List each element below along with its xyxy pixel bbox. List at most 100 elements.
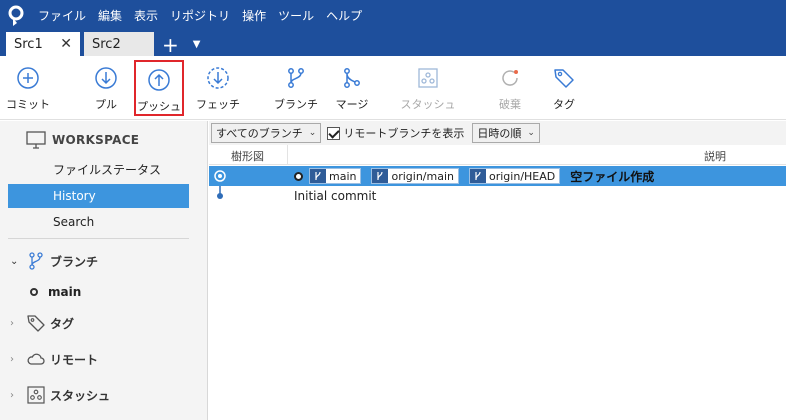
menu-view[interactable]: 表示 xyxy=(128,0,164,32)
checkbox-checked-icon[interactable] xyxy=(327,126,341,140)
pull-button[interactable]: プル xyxy=(88,60,124,116)
tag-label: タグ xyxy=(553,98,575,111)
chevron-down-icon[interactable]: ⌄ xyxy=(10,256,22,267)
menu-repository[interactable]: リポジトリ xyxy=(164,0,236,32)
toolbar: コミット プル プッシュ フェッチ ブランチ マージ スタッシュ 破棄 タグ xyxy=(0,56,786,120)
plus-circle-icon xyxy=(17,67,39,89)
section-title: タグ xyxy=(50,316,75,331)
fetch-button[interactable]: フェッチ xyxy=(196,60,240,116)
tag-button[interactable]: タグ xyxy=(548,60,580,116)
commit-node-head-icon xyxy=(214,170,226,182)
branch-ref-label[interactable]: main xyxy=(309,168,362,184)
branch-icon xyxy=(310,169,326,183)
current-branch-icon xyxy=(30,288,38,296)
ref-name: origin/main xyxy=(391,169,454,183)
tag-icon xyxy=(554,69,574,88)
dropdown-value: 日時の順 xyxy=(477,127,522,140)
fetch-icon xyxy=(207,67,229,89)
history-panel: すべてのブランチ ⌄ リモートブランチを表示 日時の順 ⌄ 樹形図 説明 mai… xyxy=(209,121,786,420)
description-column-header[interactable]: 説明 xyxy=(704,148,726,164)
arrow-up-circle-icon xyxy=(148,69,170,91)
app-logo-icon xyxy=(0,0,32,32)
tag-icon xyxy=(27,315,45,332)
menu-tools[interactable]: ツール xyxy=(272,0,320,32)
branch-ref-label[interactable]: origin/main xyxy=(371,168,459,184)
stash-icon xyxy=(418,68,438,88)
cloud-icon xyxy=(27,353,45,365)
stash-label: スタッシュ xyxy=(400,98,456,111)
graph-column-header[interactable]: 樹形図 xyxy=(231,148,264,164)
tab-src1[interactable]: Src1 ✕ xyxy=(6,32,80,56)
checkbox-label: リモートブランチを表示 xyxy=(343,127,465,140)
ref-name: main xyxy=(329,169,357,183)
branch-button[interactable]: ブランチ xyxy=(274,60,318,116)
discard-label: 破棄 xyxy=(499,98,521,111)
pull-label: プル xyxy=(95,98,117,111)
filter-bar: すべてのブランチ ⌄ リモートブランチを表示 日時の順 ⌄ xyxy=(209,121,786,145)
push-button[interactable]: プッシュ xyxy=(134,60,184,116)
menu-help[interactable]: ヘルプ xyxy=(320,0,368,32)
section-title: スタッシュ xyxy=(50,388,111,403)
section-remotes[interactable]: › リモート xyxy=(10,347,98,371)
sidebar-item-search[interactable]: Search xyxy=(8,210,189,234)
chevron-right-icon[interactable]: › xyxy=(10,390,22,401)
arrow-down-circle-icon xyxy=(95,67,117,89)
branch-filter-dropdown[interactable]: すべてのブランチ ⌄ xyxy=(211,123,322,143)
section-title: ブランチ xyxy=(50,254,99,269)
stash-button[interactable]: スタッシュ xyxy=(400,60,456,116)
add-tab-icon[interactable]: + xyxy=(162,34,179,56)
branch-ref-label[interactable]: origin/HEAD xyxy=(469,168,561,184)
discard-icon xyxy=(502,70,518,86)
divider xyxy=(8,238,189,239)
merge-button[interactable]: マージ xyxy=(334,60,370,116)
tab-bar: Src1 ✕ Src2 + ▼ xyxy=(0,32,786,56)
section-tags[interactable]: › タグ xyxy=(10,311,74,335)
sidebar-item-file-status[interactable]: ファイルステータス xyxy=(8,158,189,182)
section-stashes[interactable]: › スタッシュ xyxy=(10,383,110,407)
close-icon[interactable]: ✕ xyxy=(60,36,72,52)
chevron-right-icon[interactable]: › xyxy=(10,318,22,329)
tab-label: Src2 xyxy=(92,36,121,52)
stash-icon xyxy=(27,386,45,404)
menu-edit[interactable]: 編集 xyxy=(92,0,128,32)
table-row[interactable]: Initial commit xyxy=(209,186,786,206)
commit-description: Initial commit xyxy=(294,186,376,206)
chevron-right-icon[interactable]: › xyxy=(10,354,22,365)
table-row[interactable]: main origin/main origin/HEAD 空ファイル作成 xyxy=(209,166,786,186)
sidebar-item-history[interactable]: History xyxy=(8,184,189,208)
show-remote-branches-checkbox[interactable]: リモートブランチを表示 xyxy=(327,125,464,141)
workspace-title: WORKSPACE xyxy=(52,133,140,147)
discard-button[interactable]: 破棄 xyxy=(494,60,526,116)
workspace-header: WORKSPACE xyxy=(26,131,139,149)
menu-file[interactable]: ファイル xyxy=(32,0,92,32)
column-divider[interactable] xyxy=(287,145,288,165)
branch-icon xyxy=(29,252,43,270)
commit-button[interactable]: コミット xyxy=(6,60,50,116)
sidebar: WORKSPACE ファイルステータス History Search ⌄ ブラン… xyxy=(0,121,208,420)
section-title: リモート xyxy=(50,352,99,367)
sort-order-dropdown[interactable]: 日時の順 ⌄ xyxy=(472,123,540,143)
sidebar-item-label: History xyxy=(53,189,96,203)
menu-actions[interactable]: 操作 xyxy=(236,0,272,32)
branch-icon xyxy=(470,169,486,183)
monitor-icon xyxy=(26,131,46,149)
branch-icon xyxy=(288,68,304,88)
merge-icon xyxy=(344,68,360,88)
commit-node-icon xyxy=(217,193,223,199)
chevron-down-icon: ⌄ xyxy=(308,128,317,138)
branch-label: ブランチ xyxy=(274,98,318,111)
section-branches[interactable]: ⌄ ブランチ xyxy=(10,249,98,273)
commit-message: 空ファイル作成 xyxy=(570,169,655,184)
tab-src2[interactable]: Src2 xyxy=(84,32,154,56)
ref-name: origin/HEAD xyxy=(489,169,556,183)
chevron-down-icon: ⌄ xyxy=(527,128,535,138)
branch-icon xyxy=(372,169,389,183)
dropdown-value: すべてのブランチ xyxy=(216,127,303,140)
commit-description: main origin/main origin/HEAD 空ファイル作成 xyxy=(294,166,654,186)
commit-message: Initial commit xyxy=(294,189,377,203)
sidebar-branch-main[interactable]: main xyxy=(30,285,81,299)
fetch-label: フェッチ xyxy=(196,98,240,111)
menu-bar: ファイル 編集 表示 リポジトリ 操作 ツール ヘルプ xyxy=(0,0,786,32)
chevron-down-icon[interactable]: ▼ xyxy=(193,34,201,56)
sidebar-item-label: ファイルステータス xyxy=(53,163,162,177)
